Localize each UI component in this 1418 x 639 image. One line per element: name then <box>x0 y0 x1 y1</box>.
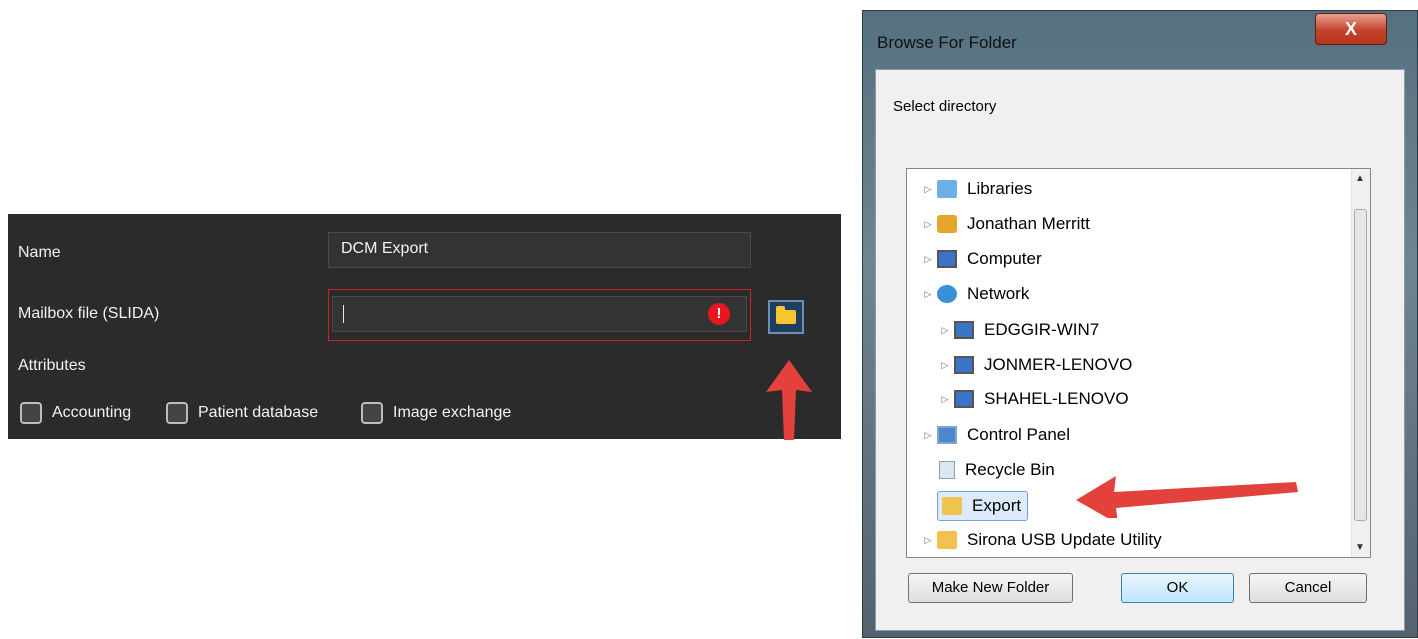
mailbox-label: Mailbox file (SLIDA) <box>18 305 160 322</box>
checkbox-box[interactable] <box>20 402 42 424</box>
annotation-arrow-up <box>766 360 812 440</box>
checkbox-box[interactable] <box>166 402 188 424</box>
folder-icon <box>942 497 962 515</box>
dialog-prompt: Select directory <box>893 98 997 115</box>
expand-arrow-icon[interactable]: ▷ <box>923 219 933 230</box>
tree-item-label: Jonathan Merritt <box>967 214 1090 233</box>
tree-item-label: SHAHEL-LENOVO <box>984 389 1129 408</box>
error-icon: ! <box>708 303 730 325</box>
close-button[interactable]: X <box>1315 13 1387 45</box>
expand-arrow-icon[interactable]: ▷ <box>923 184 933 195</box>
libraries-icon <box>937 180 957 198</box>
scroll-down-arrow-icon[interactable]: ▼ <box>1355 542 1365 553</box>
network-icon <box>937 285 957 303</box>
name-field[interactable]: DCM Export <box>328 232 751 268</box>
tree-scrollbar[interactable]: ▲ ▼ <box>1351 169 1370 557</box>
user-folder-icon <box>937 215 957 233</box>
tree-item-edggir-win7[interactable]: ▷ EDGGIR-WIN7 <box>940 316 1099 344</box>
tree-item-network[interactable]: ▷ Network <box>923 280 1029 308</box>
ok-button[interactable]: OK <box>1121 573 1234 603</box>
computer-icon <box>954 390 974 408</box>
tree-item-control-panel[interactable]: ▷ Control Panel <box>923 421 1070 449</box>
tree-item-shahel-lenovo[interactable]: ▷ SHAHEL-LENOVO <box>940 385 1129 413</box>
tree-item-label: Control Panel <box>967 425 1071 444</box>
attributes-label: Attributes <box>18 357 86 374</box>
tree-item-label: Network <box>967 284 1030 303</box>
tree-item-jonmer-lenovo[interactable]: ▷ JONMER-LENOVO <box>940 351 1132 379</box>
expand-arrow-icon[interactable]: ▷ <box>940 394 950 405</box>
tree-item-label: EDGGIR-WIN7 <box>984 320 1100 339</box>
expand-arrow-icon[interactable]: ▷ <box>940 360 950 371</box>
expand-arrow-icon[interactable]: ▷ <box>923 254 933 265</box>
scroll-up-arrow-icon[interactable]: ▲ <box>1355 173 1365 184</box>
scrollbar-thumb[interactable] <box>1354 209 1367 521</box>
computer-icon <box>954 321 974 339</box>
checkbox-image-exchange[interactable]: Image exchange <box>361 402 511 424</box>
checkbox-label: Accounting <box>52 404 132 421</box>
tree-item-recycle-bin[interactable]: Recycle Bin <box>923 456 1055 484</box>
settings-panel: Name DCM Export Mailbox file (SLIDA) ! A… <box>8 214 841 439</box>
expand-arrow-icon[interactable]: ▷ <box>923 535 933 546</box>
text-caret <box>343 305 344 323</box>
control-panel-icon <box>937 426 957 444</box>
tree-item-label: Computer <box>967 249 1042 268</box>
computer-icon <box>954 356 974 374</box>
make-new-folder-button[interactable]: Make New Folder <box>908 573 1073 603</box>
browse-for-folder-dialog: Browse For Folder X Select directory ▷ L… <box>862 10 1418 638</box>
checkbox-label: Image exchange <box>393 404 512 421</box>
computer-icon <box>937 250 957 268</box>
tree-item-label: Sirona USB Update Utility <box>967 530 1162 549</box>
tree-item-export[interactable]: Export <box>937 491 1029 521</box>
expand-arrow-icon[interactable]: ▷ <box>923 289 933 300</box>
name-label: Name <box>18 244 61 261</box>
checkbox-label: Patient database <box>198 404 319 421</box>
folder-icon <box>937 531 957 549</box>
checkbox-accounting[interactable]: Accounting <box>20 402 131 424</box>
mailbox-field-error-outline: ! <box>328 289 751 341</box>
cancel-button[interactable]: Cancel <box>1249 573 1367 603</box>
checkbox-patient-database[interactable]: Patient database <box>166 402 318 424</box>
tree-item-libraries[interactable]: ▷ Libraries <box>923 175 1032 203</box>
expand-arrow-icon[interactable]: ▷ <box>923 430 933 441</box>
tree-item-computer[interactable]: ▷ Computer <box>923 245 1042 273</box>
mailbox-input[interactable]: ! <box>332 296 747 332</box>
browse-folder-button[interactable] <box>768 300 804 334</box>
tree-item-label: JONMER-LENOVO <box>984 355 1133 374</box>
tree-item-label: Recycle Bin <box>965 460 1055 479</box>
dialog-client-area: Select directory ▷ Libraries ▷ Jonathan … <box>875 69 1405 631</box>
tree-item-label: Libraries <box>967 179 1033 198</box>
tree-item-label: Export <box>972 496 1022 515</box>
expand-arrow-icon[interactable]: ▷ <box>940 325 950 336</box>
checkbox-box[interactable] <box>361 402 383 424</box>
annotation-arrow-left <box>1076 476 1298 518</box>
folder-icon <box>776 306 796 324</box>
recycle-bin-icon <box>939 461 955 479</box>
dialog-title: Browse For Folder <box>877 33 1017 52</box>
tree-item-jonathan-merritt[interactable]: ▷ Jonathan Merritt <box>923 210 1090 238</box>
tree-item-sirona-usb-update-utility[interactable]: ▷ Sirona USB Update Utility <box>923 526 1162 554</box>
